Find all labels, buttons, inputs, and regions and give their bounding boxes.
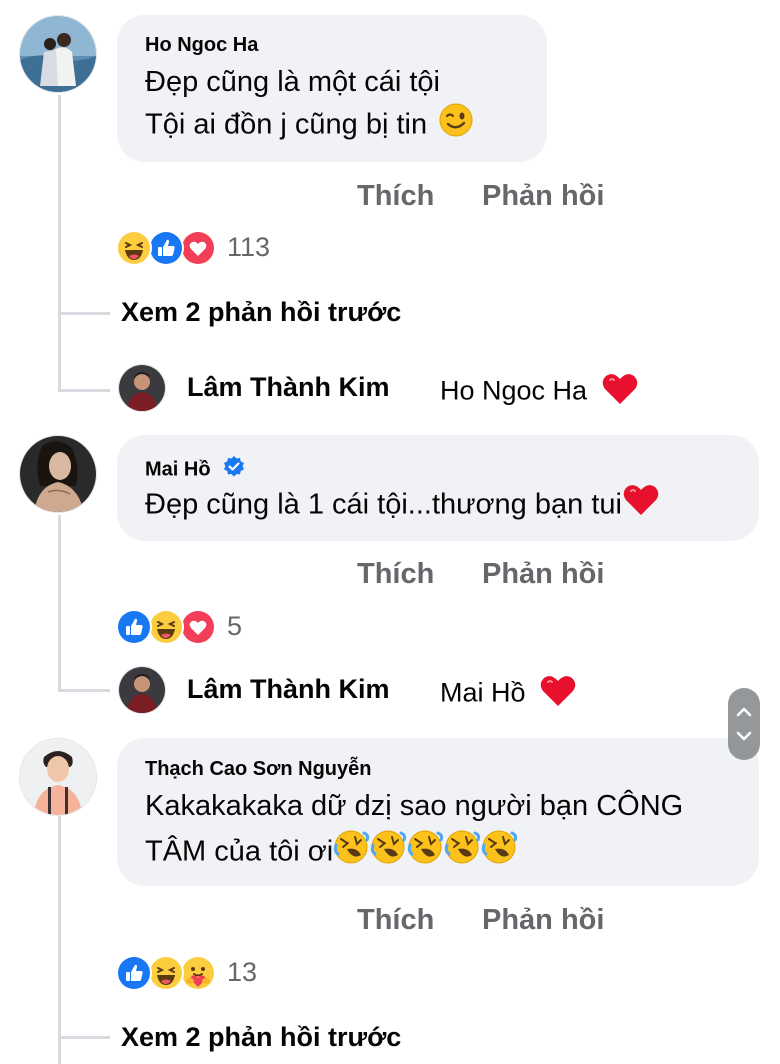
comment-text: Tội ai đồn j cũng bị tin <box>145 108 428 141</box>
rolling-laughing-emoji <box>334 830 370 864</box>
rolling-laughing-emoji <box>445 830 481 864</box>
reaction-count[interactable]: 113 <box>227 232 270 263</box>
comment-text-line: Kakakakaka dữ dzị sao người bạn CÔNG <box>145 790 684 822</box>
wink-emoji <box>439 103 473 149</box>
avatar[interactable] <box>19 738 97 816</box>
comment-text-line: Đẹp cũng là một cái tội <box>145 66 440 98</box>
thread-line <box>58 816 61 1064</box>
love-reaction-icon <box>180 609 216 645</box>
avatar[interactable] <box>118 364 166 412</box>
haha-reaction-icon <box>116 230 152 266</box>
comment-text-line: Tội ai đồn j cũng bị tin <box>145 103 473 149</box>
reply-text: Ho Ngoc Ha <box>440 372 639 413</box>
reply-text: Mai Hồ <box>440 674 577 715</box>
like-reaction-icon <box>116 955 152 991</box>
thread-branch <box>58 1036 110 1039</box>
red-heart-emoji <box>601 372 639 413</box>
like-button[interactable]: Thích <box>357 180 434 213</box>
reply-button[interactable]: Phản hồi <box>482 558 604 591</box>
reply-text-content: Mai Hồ <box>440 677 526 708</box>
reaction-count[interactable]: 5 <box>227 611 242 642</box>
like-button[interactable]: Thích <box>357 558 434 591</box>
comment-text-line: Đẹp cũng là 1 cái tội...thương bạn tui <box>145 483 660 529</box>
scroll-control[interactable] <box>728 688 760 760</box>
reply-button[interactable]: Phản hồi <box>482 180 604 213</box>
reply-text-content: Ho Ngoc Ha <box>440 375 588 406</box>
love-reaction-icon <box>180 230 216 266</box>
rolling-laughing-emoji <box>371 830 407 864</box>
view-previous-replies-link[interactable]: Xem 2 phản hồi trước <box>121 297 401 328</box>
thread-line <box>58 95 61 392</box>
like-reaction-icon <box>148 230 184 266</box>
haha-reaction-icon <box>148 955 184 991</box>
comment-thread: Ho Ngoc Ha Đẹp cũng là một cái tội Tội a… <box>0 0 780 1064</box>
chevron-down-icon <box>736 731 752 741</box>
thread-branch <box>58 389 110 392</box>
thread-branch <box>58 312 110 315</box>
rolling-laughing-emoji <box>482 830 518 864</box>
avatar[interactable] <box>19 435 97 513</box>
comment-text: TÂM của tôi ơi <box>145 835 334 868</box>
comment-author-row: Mai Hồ <box>145 455 246 485</box>
haha-reaction-icon <box>148 609 184 645</box>
comment-text-line: TÂM của tôi ơi <box>145 829 519 877</box>
chevron-up-icon <box>736 707 752 717</box>
reply-button[interactable]: Phản hồi <box>482 904 604 937</box>
thread-branch <box>58 689 110 692</box>
rolling-laughing-emoji-group <box>333 829 519 877</box>
reply-author[interactable]: Lâm Thành Kim <box>187 674 390 705</box>
rolling-laughing-emoji <box>408 830 444 864</box>
comment-text: Đẹp cũng là 1 cái tội...thương bạn tui <box>145 488 622 521</box>
avatar[interactable] <box>118 666 166 714</box>
like-reaction-icon <box>116 609 152 645</box>
like-button[interactable]: Thích <box>357 904 434 937</box>
comment-author[interactable]: Ho Ngoc Ha <box>145 34 258 57</box>
care-reaction-icon <box>180 955 216 991</box>
red-heart-emoji <box>622 483 660 529</box>
reaction-summary[interactable] <box>116 609 226 645</box>
comment-author[interactable]: Thạch Cao Sơn Nguyễn <box>145 758 371 781</box>
thread-line <box>58 515 61 692</box>
reply-author[interactable]: Lâm Thành Kim <box>187 372 390 403</box>
view-previous-replies-link[interactable]: Xem 2 phản hồi trước <box>121 1022 401 1053</box>
comment-author[interactable]: Mai Hồ <box>145 458 211 480</box>
avatar[interactable] <box>19 15 97 93</box>
reaction-summary[interactable] <box>116 230 226 266</box>
reaction-summary[interactable] <box>116 955 226 991</box>
verified-badge-icon <box>222 455 246 485</box>
reaction-count[interactable]: 13 <box>227 957 257 988</box>
red-heart-emoji <box>539 674 577 715</box>
